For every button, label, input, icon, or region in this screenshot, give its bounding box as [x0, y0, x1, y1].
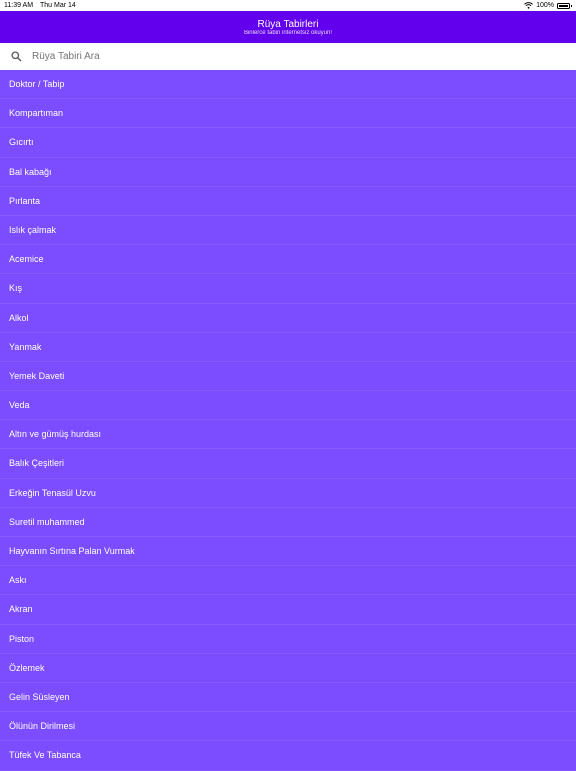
- list-item[interactable]: Altın ve gümüş hurdası: [0, 420, 576, 450]
- list-item[interactable]: Suretil muhammed: [0, 508, 576, 537]
- list-item[interactable]: Gelin Süsleyen: [0, 683, 576, 713]
- search-bar[interactable]: [0, 43, 576, 70]
- list-item[interactable]: Alkol: [0, 304, 576, 333]
- wifi-icon: [524, 2, 533, 9]
- list-item[interactable]: Islık çalmak: [0, 216, 576, 246]
- page-subtitle: Binlerce tabiri internetsiz okuyun!: [243, 30, 333, 36]
- status-time: 11:39 AM: [4, 2, 34, 9]
- list-item[interactable]: Özlemek: [0, 654, 576, 683]
- list-item[interactable]: Balık Çeşitleri: [0, 449, 576, 479]
- list-item[interactable]: Kompartıman: [0, 99, 576, 129]
- dream-list: Doktor / Tabip Kompartıman Gıcırtı Bal kaba…: [0, 70, 576, 771]
- search-icon[interactable]: [0, 51, 32, 62]
- list-item[interactable]: Ölünün Dirilmesi: [0, 712, 576, 742]
- list-item[interactable]: Acemice: [0, 245, 576, 275]
- status-right: 100%: [524, 0, 572, 11]
- list-item[interactable]: Askı: [0, 566, 576, 596]
- page-title: Rüya Tabirleri: [257, 19, 319, 30]
- list-item[interactable]: Kış: [0, 274, 576, 304]
- list-item[interactable]: Gıcırtı: [0, 128, 576, 158]
- list-item[interactable]: Tüfek Ve Tabanca: [0, 741, 576, 771]
- list-item[interactable]: Piston: [0, 625, 576, 654]
- list-item[interactable]: Yanmak: [0, 333, 576, 362]
- list-item[interactable]: Yemek Daveti: [0, 362, 576, 392]
- status-date: Thu Mar 14: [40, 2, 76, 9]
- list-item[interactable]: Akran: [0, 595, 576, 625]
- app-bar: Rüya Tabirleri Binlerce tabiri internets…: [0, 11, 576, 43]
- list-item[interactable]: Bal kabağı: [0, 158, 576, 187]
- list-item[interactable]: Pırlanta: [0, 187, 576, 216]
- list-item[interactable]: Erkeğin Tenasül Uzvu: [0, 479, 576, 508]
- status-bar: 11:39 AM Thu Mar 14 100%: [0, 0, 576, 11]
- search-input[interactable]: [32, 51, 532, 62]
- battery-icon: [557, 2, 572, 9]
- list-item[interactable]: Hayvanın Sırtına Palan Vurmak: [0, 537, 576, 567]
- battery-percent: 100%: [536, 2, 554, 9]
- list-item[interactable]: Veda: [0, 391, 576, 421]
- list-item[interactable]: Doktor / Tabip: [0, 70, 576, 100]
